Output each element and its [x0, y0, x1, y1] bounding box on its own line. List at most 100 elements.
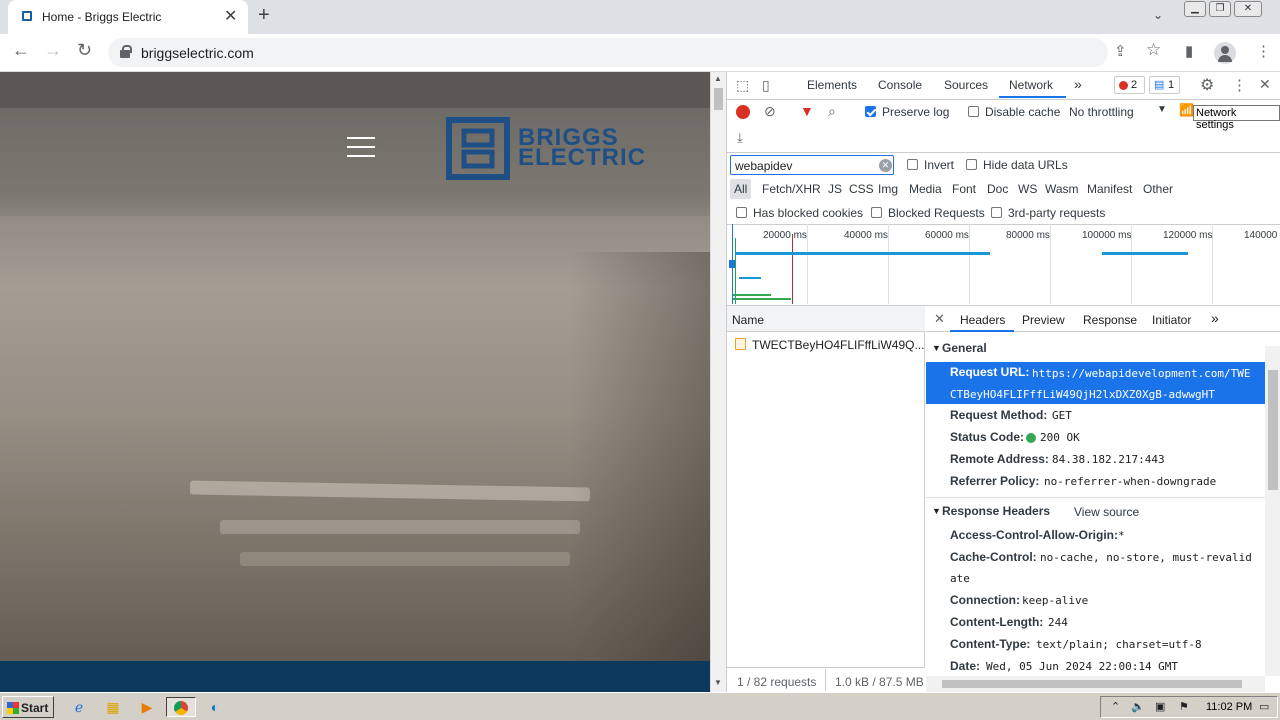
filter-type-img[interactable]: Img — [878, 182, 898, 196]
network-tray-icon[interactable]: ▣ — [1155, 700, 1165, 713]
connection-key: Connection: — [950, 593, 1020, 607]
page-scrollbar[interactable]: ▲ ▼ — [710, 72, 726, 692]
filter-type-doc[interactable]: Doc — [987, 182, 1008, 196]
profile-avatar[interactable] — [1214, 42, 1236, 64]
detail-scrollbar-thumb[interactable] — [1268, 370, 1278, 490]
more-tabs-chevron-icon[interactable]: » — [1074, 76, 1082, 92]
content-length-key: Content-Length: — [950, 615, 1044, 629]
detail-hscroll-thumb[interactable] — [942, 680, 1242, 688]
close-devtools-icon[interactable]: ✕ — [1259, 76, 1271, 93]
filter-type-ws[interactable]: WS — [1018, 182, 1037, 196]
search-icon[interactable]: ⌕ — [828, 103, 836, 120]
view-source-link[interactable]: View source — [1074, 505, 1139, 519]
forward-arrow-icon[interactable]: → — [44, 40, 62, 61]
edge-icon[interactable]: ◐ — [204, 697, 226, 717]
taskbar-clock[interactable]: 11:02 PM — [1206, 701, 1252, 713]
filter-type-all[interactable]: All — [730, 179, 752, 199]
browser-tab[interactable]: Home - Briggs Electric ✕ — [8, 0, 248, 34]
disable-cache-checkbox[interactable] — [968, 106, 979, 117]
chrome-menu-icon[interactable]: ⋮ — [1256, 42, 1271, 60]
tab-elements[interactable]: Elements — [807, 78, 857, 92]
throttling-select[interactable]: No throttling — [1069, 105, 1134, 119]
filter-input[interactable]: webapidev ✕ — [730, 155, 894, 175]
filter-type-manifest[interactable]: Manifest — [1087, 182, 1132, 196]
inspect-element-icon[interactable]: ⬚ — [736, 77, 749, 94]
detail-vertical-scrollbar[interactable] — [1265, 346, 1280, 676]
new-tab-button[interactable]: + — [258, 4, 270, 27]
media-player-icon[interactable]: ▶ — [136, 697, 158, 717]
request-url-key: Request URL: — [950, 365, 1030, 379]
hamburger-menu-icon[interactable] — [347, 137, 375, 159]
clear-icon[interactable]: ⊘ — [764, 103, 776, 120]
show-desktop-icon[interactable]: ▭ — [1259, 700, 1269, 713]
filter-type-media[interactable]: Media — [909, 182, 942, 196]
minimize-window-button[interactable]: ▁ — [1184, 1, 1206, 17]
device-toolbar-icon[interactable]: ▯ — [762, 77, 770, 94]
request-method-value: GET — [1052, 409, 1072, 422]
address-bar[interactable]: briggselectric.com — [108, 38, 1108, 67]
share-icon[interactable]: ⇪ — [1114, 42, 1127, 60]
third-party-checkbox[interactable] — [991, 207, 1002, 218]
collapse-response-headers-icon[interactable]: ▼ — [932, 506, 941, 516]
restore-window-button[interactable]: ❐ — [1209, 1, 1231, 17]
response-headers-title[interactable]: Response Headers — [942, 504, 1050, 518]
volume-icon[interactable]: 🔈 — [1131, 700, 1145, 713]
filter-type-wasm[interactable]: Wasm — [1045, 182, 1079, 196]
reload-icon[interactable]: ↻ — [77, 40, 92, 61]
collapse-general-icon[interactable]: ▼ — [932, 343, 941, 353]
tab-sources[interactable]: Sources — [944, 78, 988, 92]
request-row[interactable]: TWECTBeyHO4FLIFffLiW49Q... — [727, 333, 925, 355]
filter-type-css[interactable]: CSS — [849, 182, 874, 196]
devtools-menu-icon[interactable]: ⋮ — [1232, 76, 1247, 94]
general-section-title[interactable]: General — [942, 341, 987, 355]
filter-type-js[interactable]: JS — [828, 182, 842, 196]
import-har-icon[interactable]: ⤓ — [737, 130, 743, 146]
tray-expand-icon[interactable]: ⌃ — [1111, 700, 1120, 713]
chrome-taskbar-button[interactable] — [166, 697, 196, 717]
tab-search-chevron-icon[interactable]: ⌄ — [1153, 8, 1163, 22]
logo-word-electric: ELECTRIC — [518, 144, 646, 171]
detail-tab-response[interactable]: Response — [1083, 313, 1137, 327]
errors-count: 2 — [1131, 79, 1138, 91]
record-button[interactable] — [736, 105, 750, 119]
filter-icon[interactable]: ▼ — [800, 103, 814, 119]
invert-checkbox[interactable] — [907, 159, 918, 170]
scroll-down-icon[interactable]: ▼ — [714, 678, 722, 687]
page-scrollbar-thumb[interactable] — [714, 88, 723, 110]
name-column-header[interactable]: Name — [732, 313, 764, 327]
has-blocked-cookies-checkbox[interactable] — [736, 207, 747, 218]
detail-tab-initiator[interactable]: Initiator — [1152, 313, 1191, 327]
close-window-button[interactable]: ✕ — [1234, 1, 1262, 17]
messages-badge[interactable]: ▤ 1 — [1149, 76, 1180, 94]
bookmark-star-icon[interactable]: ☆ — [1146, 40, 1161, 60]
network-conditions-icon[interactable]: 📶 — [1179, 103, 1194, 117]
side-panel-icon[interactable]: ▮ — [1185, 42, 1193, 60]
more-detail-tabs-icon[interactable]: » — [1211, 310, 1219, 326]
briggs-electric-logo[interactable]: BRIGGS ELECTRIC — [446, 117, 661, 181]
start-button[interactable]: Start — [2, 696, 54, 718]
file-explorer-icon[interactable]: ▦ — [102, 697, 124, 717]
timeline-tick: 20000 ms — [763, 230, 807, 241]
security-tray-icon[interactable]: ⚑ — [1179, 700, 1189, 713]
detail-tab-preview[interactable]: Preview — [1022, 313, 1065, 327]
clear-filter-icon[interactable]: ✕ — [879, 159, 892, 172]
filter-type-other[interactable]: Other — [1143, 182, 1173, 196]
back-arrow-icon[interactable]: ← — [12, 40, 30, 61]
errors-badge[interactable]: 2 — [1114, 76, 1145, 94]
close-detail-icon[interactable]: ✕ — [934, 311, 945, 327]
chrome-icon — [174, 701, 188, 715]
tab-console[interactable]: Console — [878, 78, 922, 92]
tab-network[interactable]: Network — [1009, 78, 1053, 92]
filter-type-fetch-xhr[interactable]: Fetch/XHR — [762, 182, 821, 196]
internet-explorer-icon[interactable]: ℯ — [68, 697, 90, 717]
throttling-dropdown-icon[interactable]: ▼ — [1157, 104, 1167, 115]
scroll-up-icon[interactable]: ▲ — [714, 74, 722, 83]
blocked-requests-checkbox[interactable] — [871, 207, 882, 218]
hide-data-urls-checkbox[interactable] — [966, 159, 977, 170]
filter-type-font[interactable]: Font — [952, 182, 976, 196]
close-tab-icon[interactable]: ✕ — [224, 6, 237, 26]
detail-horizontal-scrollbar[interactable] — [926, 676, 1265, 692]
settings-gear-icon[interactable]: ⚙ — [1200, 75, 1214, 95]
detail-tab-headers[interactable]: Headers — [960, 313, 1005, 327]
preserve-log-checkbox[interactable] — [865, 106, 876, 117]
